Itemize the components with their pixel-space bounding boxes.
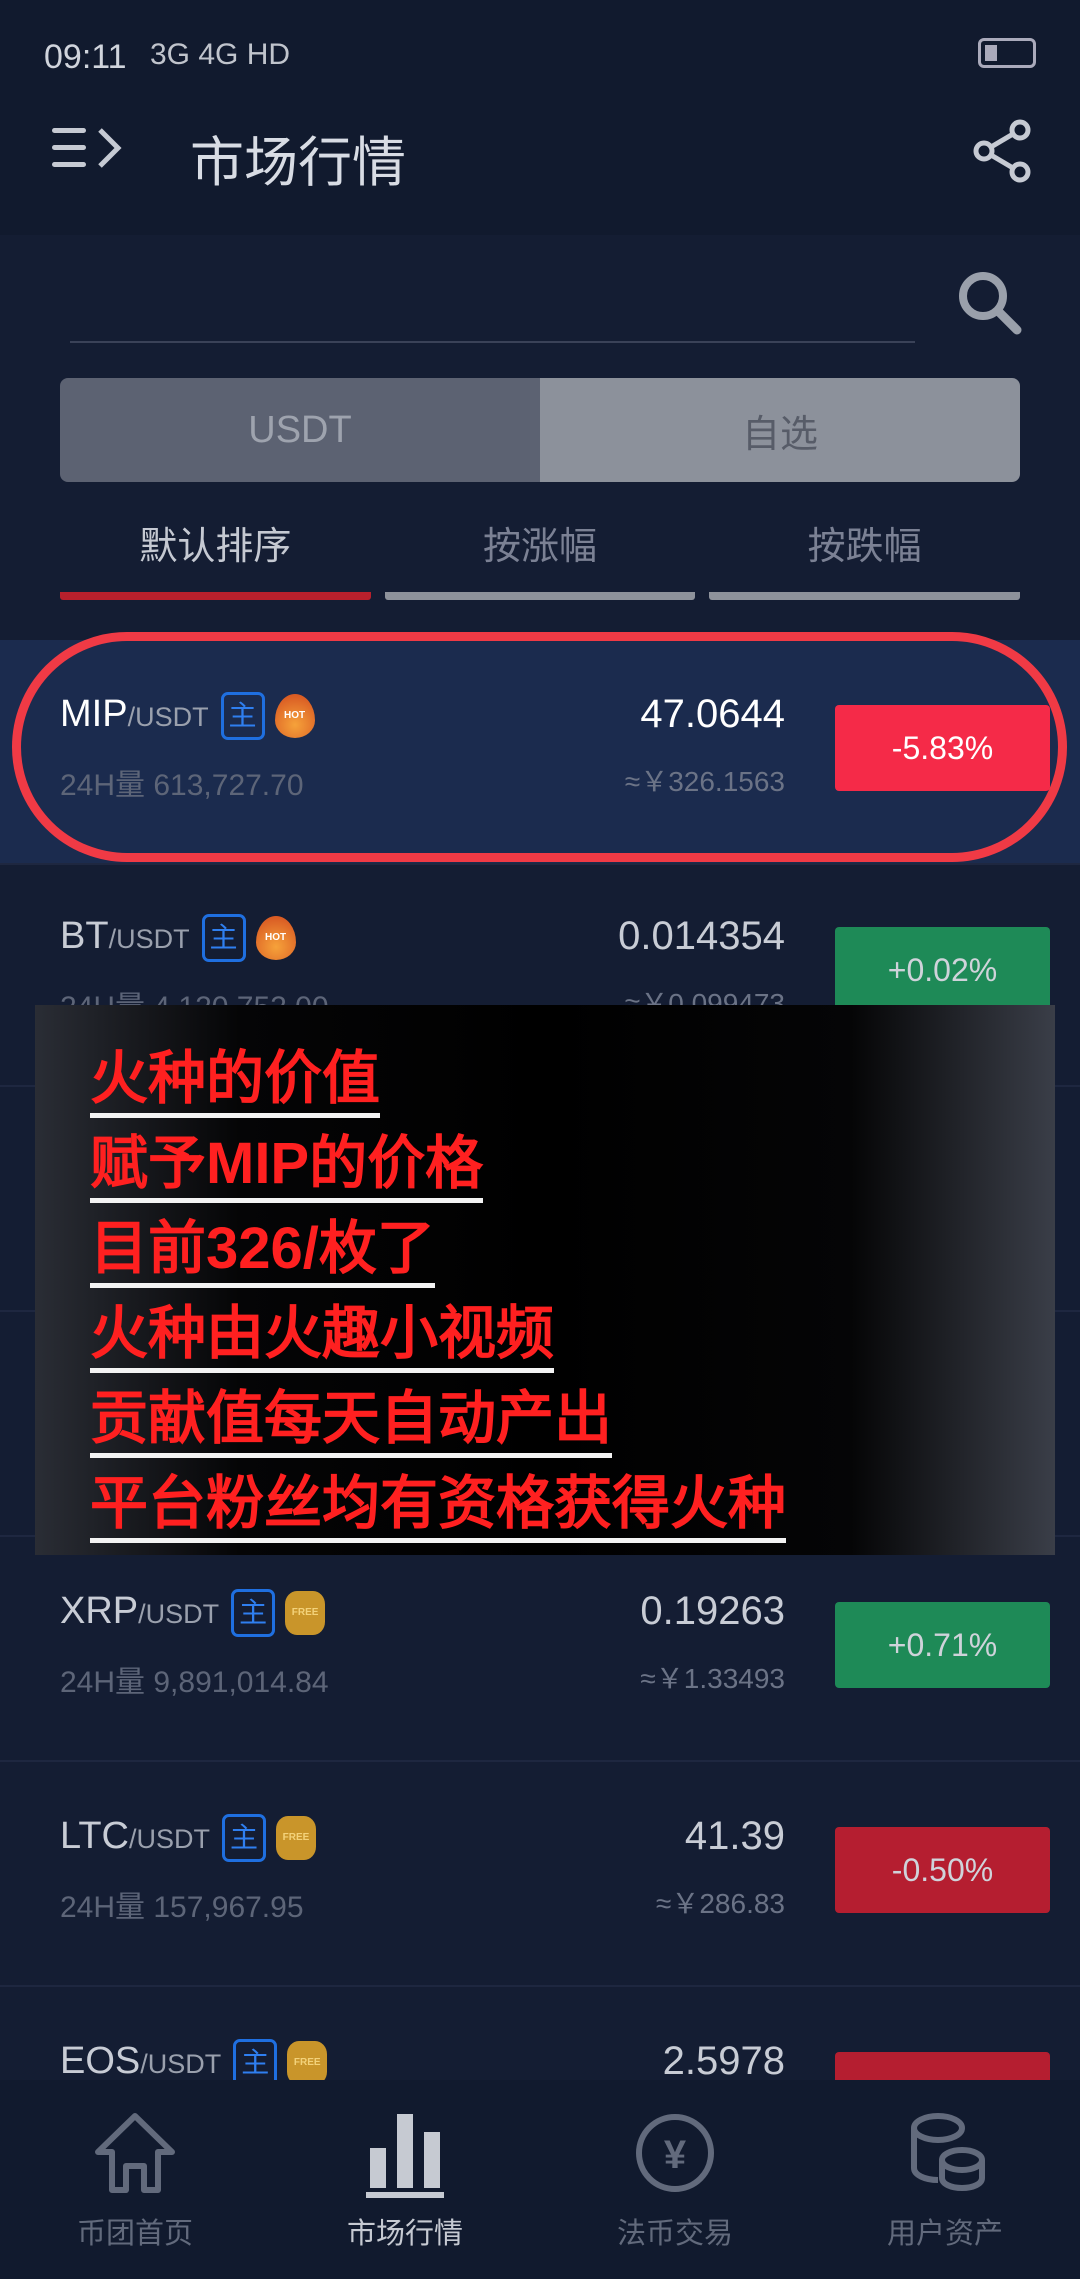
market-row[interactable]: XRP/USDT 主 FREE 24H量 9,891,014.84 0.19263 ≈￥1… [0,1537,1080,1762]
nav-assets[interactable]: 用户资产 [810,2080,1080,2279]
change-badge[interactable]: +0.71% [835,1602,1050,1688]
battery-icon [978,38,1036,68]
cny-price: ≈￥1.33493 [640,1663,785,1694]
network-indicator: 3G 4G HD [150,38,291,71]
coins-icon [911,2113,985,2192]
nav-fiat[interactable]: ¥ 法币交易 [540,2080,810,2279]
yuan-coin-icon: ¥ [636,2114,714,2192]
volume: 24H量 157,967.95 [60,1891,304,1924]
bar-chart-icon [366,2114,444,2198]
hot-tag-icon: HOT [255,916,296,960]
pair-name: LTC/USDT 主 FREE [60,1814,316,1862]
caption-line: 火种的价值 [90,1045,381,1118]
price: 41.39 [684,1814,785,1858]
nav-market[interactable]: 市场行情 [270,2080,540,2279]
pair-name: MIP/USDT 主 HOT [60,692,315,740]
caption-line: 火种由火趣小视频 [90,1300,555,1373]
market-segmented-control: USDT 自选 [60,378,1020,482]
market-row[interactable]: LTC/USDT 主 FREE 24H量 157,967.95 41.39 ≈￥286.8… [0,1762,1080,1987]
cny-price: ≈￥326.1563 [624,766,785,797]
pair-name: BT/USDT 主 HOT [60,914,296,962]
caption-line: 目前326/枚了 [90,1215,435,1288]
nav-home[interactable]: 币团首页 [0,2080,270,2279]
market-row[interactable]: MIP/USDT 主 HOT 24H量 613,727.70 47.0644 ≈￥326.… [0,640,1080,865]
pair-name: XRP/USDT 主 FREE [60,1589,326,1637]
status-bar: 09:11 3G 4G HD [0,0,1080,110]
caption-line: 平台粉丝均有资格获得火种 [90,1470,787,1543]
free-tag-icon: FREE [287,2041,328,2085]
sort-by-loss[interactable]: 按跌幅 [709,515,1021,600]
price: 47.0644 [640,692,785,736]
main-board-badge: 主 [221,1814,266,1862]
bottom-nav: 币团首页 市场行情 ¥ 法币交易 用户资产 [0,2080,1080,2279]
free-tag-icon: FREE [285,1591,326,1635]
caption-line: 贡献值每天自动产出 [90,1385,613,1458]
cny-price: ≈￥286.83 [655,1888,785,1919]
tab-usdt[interactable]: USDT [60,378,540,482]
home-icon [95,2113,175,2193]
clock: 09:11 [44,38,127,76]
tab-favorites[interactable]: 自选 [540,378,1020,482]
change-badge[interactable]: -0.50% [835,1827,1050,1913]
app-header: 市场行情 [0,110,1080,235]
sort-default[interactable]: 默认排序 [60,515,371,600]
change-badge[interactable]: -5.83% [835,705,1050,791]
caption-overlay: 火种的价值赋予MIP的价格 目前326/枚了火种由火趣小视频 贡献值每天自动产出平台… [35,1005,1055,1555]
main-board-badge: 主 [220,692,265,740]
menu-icon[interactable] [52,122,126,174]
hot-tag-icon: HOT [274,694,315,738]
main-board-badge: 主 [231,1589,276,1637]
sort-tabs: 默认排序 按涨幅 按跌幅 [60,515,1021,600]
volume: 24H量 9,891,014.84 [60,1666,329,1699]
change-badge[interactable]: +0.02% [835,927,1050,1013]
free-tag-icon: FREE [275,1816,316,1860]
price: 0.19263 [640,1589,785,1633]
price: 2.5978 [662,2039,785,2083]
price: 0.014354 [618,914,785,958]
search-icon[interactable] [955,268,1023,336]
svg-text:¥: ¥ [664,2133,687,2177]
share-icon[interactable] [970,118,1036,184]
search-input[interactable] [70,341,915,343]
page-title: 市场行情 [190,133,406,193]
caption-line: 赋予MIP的价格 [90,1130,484,1203]
volume: 24H量 613,727.70 [60,769,304,802]
main-board-badge: 主 [201,914,246,962]
sort-by-gain[interactable]: 按涨幅 [384,515,696,600]
